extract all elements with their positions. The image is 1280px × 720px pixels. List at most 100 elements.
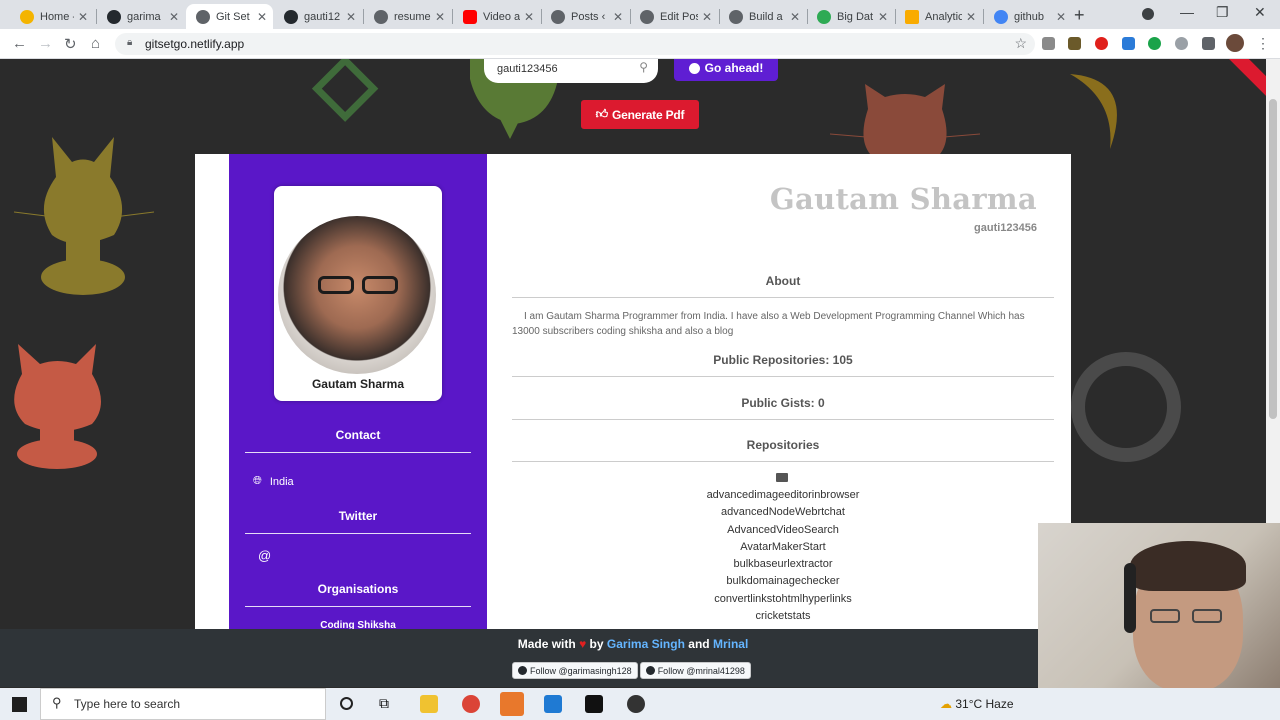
analytics-icon <box>905 9 919 24</box>
menu-icon[interactable]: ⋮ <box>1256 35 1270 52</box>
tab-video[interactable]: Video a ✕ <box>453 4 540 29</box>
profile-username: gauti123456 <box>974 222 1037 234</box>
grid-extension-icon[interactable] <box>1122 37 1135 50</box>
avatar <box>278 216 436 374</box>
tab-resume[interactable]: resume ✕ <box>364 4 451 29</box>
octocat-decoration <box>14 137 154 295</box>
tab-build[interactable]: Build a ✕ <box>719 4 806 29</box>
close-icon[interactable]: ✕ <box>169 10 179 24</box>
close-icon[interactable]: ✕ <box>702 10 712 24</box>
blocker-extension-icon[interactable] <box>1175 37 1188 50</box>
close-icon[interactable]: ✕ <box>966 10 976 24</box>
chrome-icon[interactable] <box>462 695 480 713</box>
windows-start-icon[interactable] <box>12 697 27 712</box>
organisation-item[interactable]: Coding Shiksha <box>245 620 471 629</box>
tab-git-set[interactable]: Git Set ✕ <box>186 4 273 29</box>
twitter-handle[interactable]: @ <box>258 548 271 563</box>
weather-widget[interactable]: ☁︎ 31°C Haze <box>940 697 1014 711</box>
minimize-icon[interactable]: — <box>1180 4 1194 20</box>
contact-heading: Contact <box>245 428 471 453</box>
tab-home[interactable]: Home - ✕ <box>10 4 94 29</box>
app-icon[interactable] <box>500 692 524 716</box>
list-item[interactable]: AvatarMakerStart <box>512 539 1054 556</box>
file-explorer-icon[interactable] <box>420 695 438 713</box>
opera-extension-icon[interactable] <box>1095 37 1108 50</box>
list-item[interactable]: AdvancedVideoSearch <box>512 522 1054 539</box>
terminal-icon[interactable] <box>585 695 603 713</box>
close-icon[interactable]: ✕ <box>257 10 267 24</box>
globe-icon <box>196 9 210 24</box>
follow-buttons: Follow @garimasingh128 Follow @mrinal412… <box>512 662 751 679</box>
extension-icon[interactable] <box>1042 37 1055 50</box>
bookmark-star-icon[interactable]: ☆ <box>1014 35 1027 52</box>
list-item[interactable]: advancedimageeditorinbrowser <box>512 487 1054 504</box>
go-ahead-button[interactable]: Go ahead! <box>674 59 778 81</box>
id-card-icon <box>776 473 788 482</box>
close-icon[interactable]: ✕ <box>78 10 88 24</box>
organisations-heading: Organisations <box>245 582 471 607</box>
url-field[interactable]: 🔒︎ gitsetgo.netlify.app ☆ <box>115 33 1035 55</box>
follow-button[interactable]: Follow @garimasingh128 <box>512 662 638 679</box>
profile-avatar[interactable] <box>1226 34 1244 52</box>
github-icon <box>688 62 700 74</box>
lock-icon: 🔒︎ <box>127 37 133 48</box>
globe-icon <box>374 9 388 24</box>
address-bar-row: ← → ↻ ⌂ 🔒︎ gitsetgo.netlify.app ☆ ⋮ <box>0 29 1280 59</box>
octocat-decoration <box>14 344 101 469</box>
tools-extension-icon[interactable] <box>1068 37 1081 50</box>
heart-icon: ♥ <box>579 637 587 651</box>
author-link[interactable]: Mrinal <box>713 637 748 651</box>
reload-icon[interactable]: ↻ <box>64 35 77 53</box>
author-link[interactable]: Garima Singh <box>607 637 685 651</box>
cortana-icon[interactable] <box>340 697 353 710</box>
forward-icon[interactable]: → <box>38 35 53 52</box>
location-item: 🌐︎ India <box>253 475 294 488</box>
taskbar-search-input[interactable]: ⚲ Type here to search <box>40 688 326 720</box>
obs-icon[interactable] <box>627 695 645 713</box>
close-icon[interactable]: ✕ <box>524 10 534 24</box>
maximize-icon[interactable]: ❐ <box>1216 4 1229 21</box>
tab-gauti[interactable]: gauti12 ✕ <box>274 4 362 29</box>
close-icon[interactable]: ✕ <box>435 10 445 24</box>
tab-big-data[interactable]: Big Dat ✕ <box>807 4 894 29</box>
globe-icon <box>551 9 565 24</box>
close-icon[interactable]: ✕ <box>1056 10 1066 24</box>
search-icon[interactable]: ⚲ <box>639 60 648 74</box>
back-icon[interactable]: ← <box>12 35 27 52</box>
generate-pdf-button[interactable]: 👍︎ Generate Pdf <box>581 100 699 129</box>
thumbs-up-icon: 👍︎ <box>595 107 609 121</box>
github-icon <box>284 9 298 24</box>
list-item[interactable]: bulkbaseurlextractor <box>512 556 1054 573</box>
list-item[interactable]: cricketstats <box>512 608 1054 625</box>
task-view-icon[interactable]: ⧉ <box>379 695 389 712</box>
profile-main: Gautam Sharma gauti123456 About I am Gau… <box>512 154 1054 629</box>
windows-taskbar: ⚲ Type here to search ⧉ ☁︎ 31°C Haze <box>0 688 1280 720</box>
weather-icon: ☁︎ <box>940 697 952 711</box>
close-icon[interactable]: ✕ <box>346 10 356 24</box>
profile-dropdown-icon[interactable] <box>1142 8 1154 20</box>
close-icon[interactable]: ✕ <box>878 10 888 24</box>
list-item[interactable]: advancedNodeWebrtchat <box>512 504 1054 521</box>
webcam-overlay <box>1038 523 1280 692</box>
new-tab-button[interactable]: + <box>1074 5 1085 26</box>
tab-edit-post[interactable]: Edit Pos ✕ <box>630 4 718 29</box>
tab-analytics[interactable]: Analytic ✕ <box>895 4 982 29</box>
follow-button[interactable]: Follow @mrinal41298 <box>639 662 751 679</box>
list-item[interactable]: bulkdomainagechecker <box>512 573 1054 590</box>
tab-garima[interactable]: garima ✕ <box>97 4 185 29</box>
globe-icon <box>729 9 743 24</box>
leaf-icon <box>817 9 831 24</box>
tab-github[interactable]: github ✕ <box>984 4 1072 29</box>
puzzle-icon[interactable] <box>1202 37 1215 50</box>
close-icon[interactable]: ✕ <box>613 10 623 24</box>
close-window-icon[interactable]: ✕ <box>1254 4 1266 21</box>
vscode-icon[interactable] <box>544 695 562 713</box>
fork-ribbon[interactable] <box>1224 59 1266 99</box>
broadcast-extension-icon[interactable] <box>1148 37 1161 50</box>
tab-posts[interactable]: Posts ‹ ✕ <box>541 4 629 29</box>
list-item[interactable]: convertlinkstohtmlhyperlinks <box>512 591 1054 608</box>
close-icon[interactable]: ✕ <box>790 10 800 24</box>
diamond-decoration <box>311 59 379 122</box>
home-icon[interactable]: ⌂ <box>91 35 100 52</box>
username-search-input[interactable]: gauti123456 ⚲ <box>484 59 658 83</box>
